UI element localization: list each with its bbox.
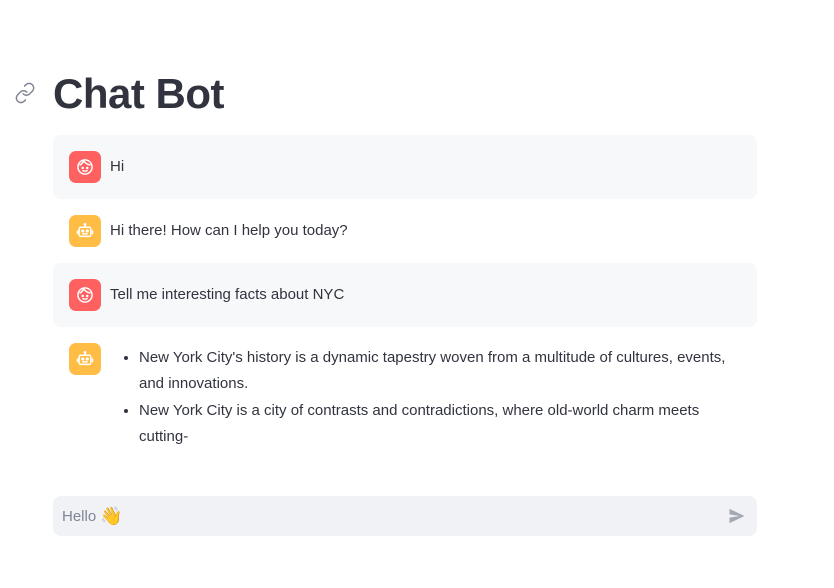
chat-input[interactable]: [53, 496, 712, 536]
chat-message-user: Tell me interesting facts about NYC: [53, 263, 757, 327]
message-text: Hi there! How can I help you today?: [110, 222, 348, 239]
robot-icon: [69, 215, 101, 247]
send-icon: [729, 508, 745, 524]
user-face-icon: [69, 279, 101, 311]
page-title: Chat Bot: [53, 70, 224, 117]
chat-message-assistant: Hi there! How can I help you today?: [53, 199, 757, 263]
chat-messages[interactable]: Hi Hi there! How can I help you today? T…: [53, 135, 757, 487]
link-icon[interactable]: [14, 82, 36, 104]
list-item: New York City's history is a dynamic tap…: [139, 345, 741, 397]
chat-app: Chat Bot Hi Hi there! How can I help you…: [0, 0, 834, 588]
chat-input-container: Hello 👋: [53, 496, 757, 536]
chat-message-user: Hi: [53, 135, 757, 199]
chat-message-assistant: New York City's history is a dynamic tap…: [53, 327, 757, 467]
title-row: Chat Bot: [0, 64, 834, 124]
user-face-icon: [69, 151, 101, 183]
message-bullet-list: New York City's history is a dynamic tap…: [110, 343, 741, 451]
message-text: Hi: [110, 158, 125, 175]
send-button[interactable]: [725, 504, 749, 528]
robot-icon: [69, 343, 101, 375]
message-text: Tell me interesting facts about NYC: [110, 286, 345, 303]
list-item: New York City is a city of contrasts and…: [139, 398, 741, 450]
